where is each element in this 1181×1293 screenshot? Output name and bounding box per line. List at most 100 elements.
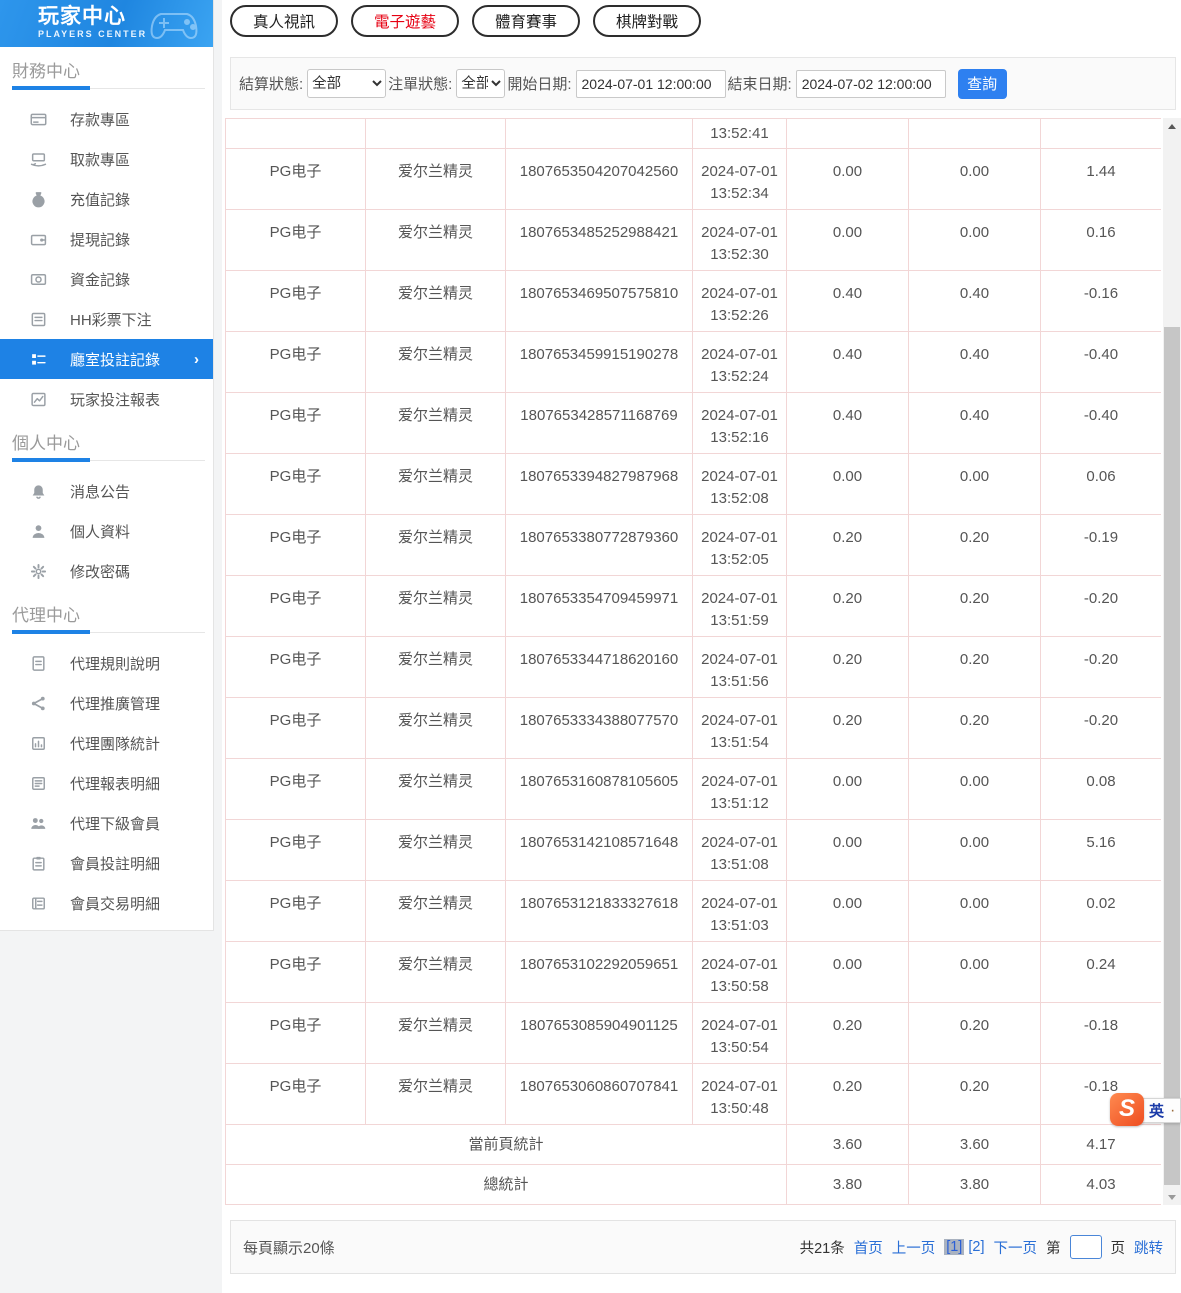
- section-underline: [12, 457, 205, 465]
- sidebar-item-0-5[interactable]: HH彩票下注: [0, 299, 213, 339]
- sidebar-section-title: 財務中心: [0, 47, 213, 85]
- lottery-list-icon: [30, 311, 47, 328]
- sidebar-item-2-3[interactable]: 代理報表明細: [0, 763, 213, 803]
- prev-page-link[interactable]: 上一页: [892, 1237, 936, 1258]
- sidebar-item-label: 取款專區: [70, 149, 130, 170]
- next-page-link[interactable]: 下一页: [994, 1237, 1038, 1258]
- cell-bet-amount: 0.40: [787, 332, 909, 393]
- wallet-icon: [30, 231, 47, 248]
- cell-bet-amount: 0.00: [787, 759, 909, 820]
- sidebar-item-2-4[interactable]: 代理下級會員: [0, 803, 213, 843]
- sidebar-item-0-0[interactable]: 存款專區: [0, 99, 213, 139]
- end-date-input[interactable]: [796, 70, 946, 98]
- settle-status-label: 結算狀態:: [239, 73, 303, 94]
- cell-time: 2024-07-01 13:51:03: [693, 881, 787, 942]
- cell-time: 2024-07-01 13:51:08: [693, 820, 787, 881]
- table-row: PG电子爱尔兰精灵18076535042070425602024-07-01 1…: [226, 149, 1162, 210]
- scroll-down-arrow-icon[interactable]: [1163, 1189, 1181, 1205]
- tab-1[interactable]: 電子遊藝: [351, 5, 459, 37]
- cell-bet-amount: 0.20: [787, 515, 909, 576]
- cell-valid-amount: 0.00: [909, 149, 1041, 210]
- sidebar-item-0-7[interactable]: 玩家投注報表: [0, 379, 213, 419]
- cell-time: 2024-07-01 13:51:59: [693, 576, 787, 637]
- cell-valid-amount: 0.00: [909, 454, 1041, 515]
- sidebar-item-label: 代理團隊統計: [70, 733, 160, 754]
- cell-vendor: PG电子: [226, 454, 366, 515]
- sidebar-item-0-4[interactable]: 資金記錄: [0, 259, 213, 299]
- sidebar-item-label: 充值記錄: [70, 189, 130, 210]
- sidebar-item-0-1[interactable]: 取款專區: [0, 139, 213, 179]
- section-underline: [12, 629, 205, 637]
- sidebar-item-0-2[interactable]: 充值記錄: [0, 179, 213, 219]
- sidebar-item-label: 代理規則說明: [70, 653, 160, 674]
- sidebar-item-1-1[interactable]: 個人資料: [0, 511, 213, 551]
- cell-game: 爱尔兰精灵: [366, 637, 506, 698]
- cell-vendor: PG电子: [226, 332, 366, 393]
- bet-records-table: 13:52:41PG电子爱尔兰精灵18076535042070425602024…: [225, 118, 1161, 1205]
- cell-game: 爱尔兰精灵: [366, 820, 506, 881]
- cell-bet-amount: 0.20: [787, 576, 909, 637]
- cell-profit: -0.16: [1041, 271, 1162, 332]
- cell-bet-amount: 0.00: [787, 942, 909, 1003]
- report-detail-icon: [30, 775, 47, 792]
- sidebar-item-1-0[interactable]: 消息公告: [0, 471, 213, 511]
- sidebar-item-2-1[interactable]: 代理推廣管理: [0, 683, 213, 723]
- table-row: PG电子爱尔兰精灵18076534285711687692024-07-01 1…: [226, 393, 1162, 454]
- cell-order-no: 1807653394827987968: [506, 454, 693, 515]
- first-page-link[interactable]: 首页: [854, 1237, 883, 1258]
- sidebar-item-2-6[interactable]: 會員交易明細: [0, 883, 213, 923]
- page-link-2[interactable]: [2]: [968, 1239, 984, 1255]
- cell-valid-amount: 0.40: [909, 332, 1041, 393]
- order-status-label: 注單狀態:: [388, 73, 452, 94]
- cell-bet-amount: 0.20: [787, 1003, 909, 1064]
- cell-valid-amount: 0.20: [909, 637, 1041, 698]
- sidebar-item-2-5[interactable]: 會員投註明細: [0, 843, 213, 883]
- sidebar-item-0-6[interactable]: 廳室投註記錄›: [0, 339, 213, 379]
- start-date-input[interactable]: [576, 70, 726, 98]
- sidebar-item-0-3[interactable]: 提現記錄: [0, 219, 213, 259]
- ime-mode-badge[interactable]: 英: [1149, 1100, 1164, 1121]
- sidebar-item-1-2[interactable]: 修改密碼: [0, 551, 213, 591]
- tab-0[interactable]: 真人視訊: [230, 5, 338, 37]
- order-status-select[interactable]: 全部: [456, 69, 505, 98]
- cell-time: 2024-07-01 13:50:54: [693, 1003, 787, 1064]
- sidebar-item-label: 存款專區: [70, 109, 130, 130]
- cell-order-no: 1807653485252988421: [506, 210, 693, 271]
- cell-vendor: PG电子: [226, 149, 366, 210]
- cell-game: 爱尔兰精灵: [366, 454, 506, 515]
- cell-valid-amount: 0.00: [909, 759, 1041, 820]
- team-stats-icon: [30, 735, 47, 752]
- scrollbar-thumb[interactable]: [1164, 327, 1180, 1185]
- page-link-1[interactable]: [1]: [944, 1239, 964, 1255]
- cell-game: 爱尔兰精灵: [366, 149, 506, 210]
- cell-vendor: PG电子: [226, 881, 366, 942]
- table-scrollbar[interactable]: [1163, 118, 1181, 1205]
- cell-order-no: 1807653354709459971: [506, 576, 693, 637]
- search-button[interactable]: 查詢: [958, 69, 1007, 99]
- cell-order-no: 1807653504207042560: [506, 149, 693, 210]
- cell-bet-amount: 0.20: [787, 698, 909, 759]
- tab-3[interactable]: 棋牌對戰: [593, 5, 701, 37]
- bell-icon: [30, 483, 47, 500]
- table-row: PG电子爱尔兰精灵18076534852529884212024-07-01 1…: [226, 210, 1162, 271]
- sidebar-item-2-2[interactable]: 代理團隊統計: [0, 723, 213, 763]
- sidebar-item-label: 代理報表明細: [70, 773, 160, 794]
- tab-2[interactable]: 體育賽事: [472, 5, 580, 37]
- jump-page-input[interactable]: [1070, 1235, 1102, 1259]
- cell-valid-amount: 0.20: [909, 515, 1041, 576]
- jump-button[interactable]: 跳转: [1134, 1237, 1163, 1258]
- scroll-up-arrow-icon[interactable]: [1163, 118, 1181, 134]
- sogou-logo-icon[interactable]: S: [1110, 1093, 1144, 1126]
- sidebar-item-2-0[interactable]: 代理規則說明: [0, 643, 213, 683]
- cell-order-no: 1807653121833327618: [506, 881, 693, 942]
- summary-profit: 4.03: [1041, 1165, 1162, 1205]
- settle-status-select[interactable]: 全部: [307, 69, 386, 98]
- cell-game: 爱尔兰精灵: [366, 332, 506, 393]
- table-row: PG电子爱尔兰精灵18076531022920596512024-07-01 1…: [226, 942, 1162, 1003]
- sidebar-item-label: 代理下級會員: [70, 813, 160, 834]
- cell-time: 2024-07-01 13:51:12: [693, 759, 787, 820]
- table-row-partial: 13:52:41: [226, 119, 1162, 149]
- cell-game: 爱尔兰精灵: [366, 1003, 506, 1064]
- total-count: 共21条: [800, 1237, 845, 1258]
- cell-profit: -0.20: [1041, 576, 1162, 637]
